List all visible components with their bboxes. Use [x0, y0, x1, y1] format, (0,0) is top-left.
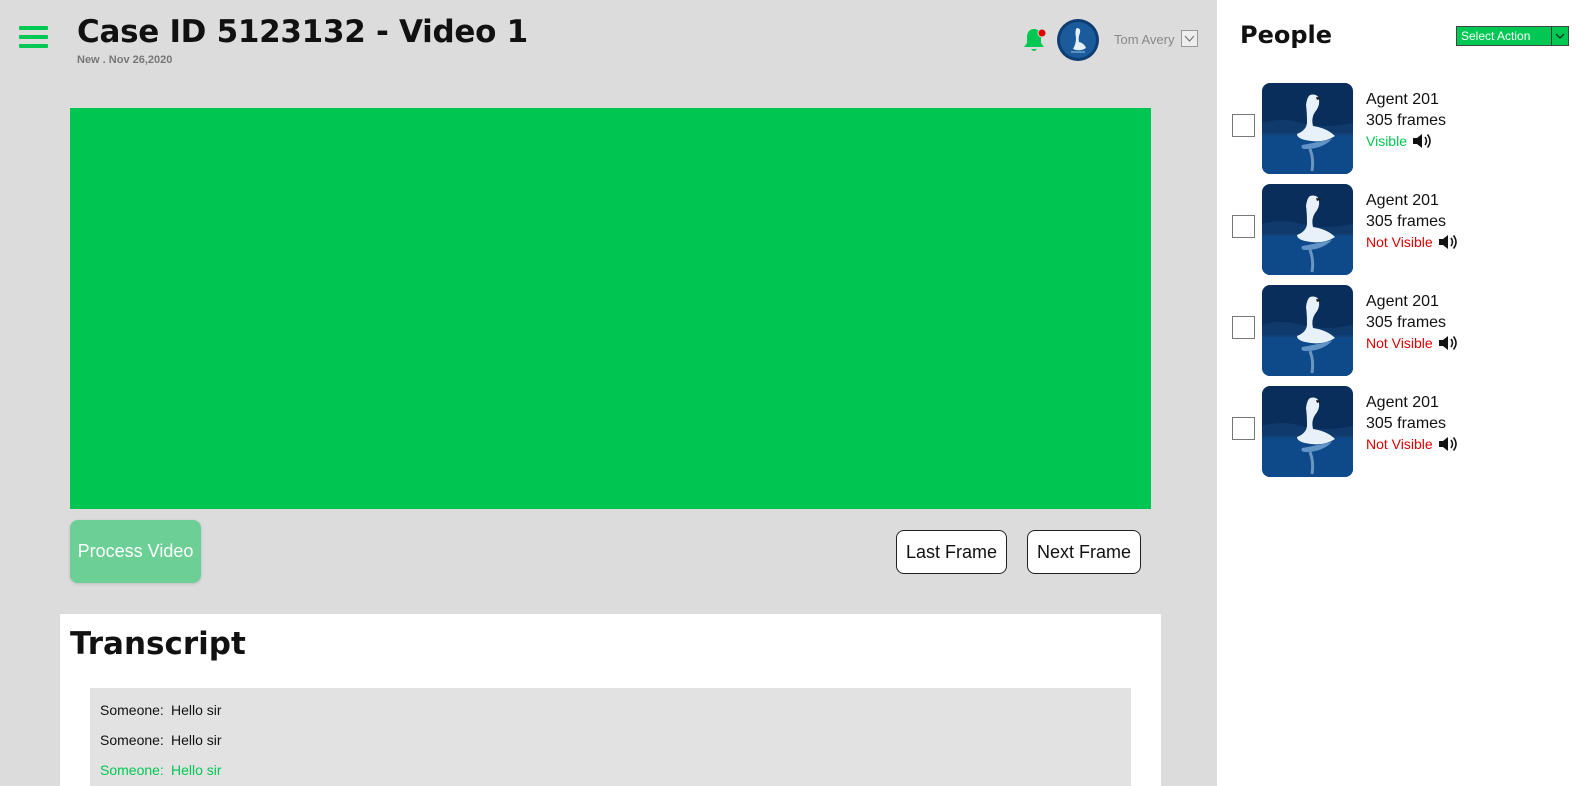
- status-label: Not Visible: [1366, 234, 1433, 250]
- speaker-icon[interactable]: [1438, 234, 1458, 250]
- chevron-down-icon: [1551, 27, 1568, 45]
- person-name: Agent 201: [1366, 394, 1439, 411]
- transcript-text: Hello sir: [171, 762, 222, 778]
- transcript-speaker: Someone:: [100, 702, 164, 718]
- speaker-icon[interactable]: [1438, 335, 1458, 351]
- person-card: Agent 201 305 frames Not Visible: [1232, 285, 1572, 376]
- person-checkbox[interactable]: [1232, 215, 1255, 238]
- swan-thumbnail[interactable]: [1262, 285, 1353, 376]
- next-frame-button[interactable]: Next Frame: [1027, 530, 1141, 574]
- person-card: Agent 201 305 frames Not Visible: [1232, 386, 1572, 477]
- transcript-panel: Transcript Someone: Hello sir Someone: H…: [60, 614, 1161, 786]
- status-label: Not Visible: [1366, 335, 1433, 351]
- transcript-speaker: Someone:: [100, 732, 164, 748]
- person-frames: 305 frames: [1366, 112, 1447, 129]
- person-frames: 305 frames: [1366, 314, 1447, 331]
- chevron-down-icon: [1184, 35, 1195, 42]
- status-label: Not Visible: [1366, 436, 1433, 452]
- page-subtitle: New . Nov 26,2020: [77, 54, 173, 66]
- transcript-text: Hello sir: [171, 702, 222, 718]
- select-action-dropdown[interactable]: Select Action: [1456, 26, 1569, 46]
- person-name: Agent 201: [1366, 293, 1439, 310]
- process-video-button[interactable]: Process Video: [70, 520, 201, 583]
- user-dropdown[interactable]: [1181, 30, 1198, 47]
- swan-thumbnail[interactable]: [1262, 386, 1353, 477]
- person-checkbox[interactable]: [1232, 114, 1255, 137]
- main-panel: Case ID 5123132 - Video 1 New . Nov 26,2…: [0, 0, 1217, 786]
- last-frame-button[interactable]: Last Frame: [896, 530, 1007, 574]
- person-checkbox[interactable]: [1232, 316, 1255, 339]
- bell-icon[interactable]: [1022, 26, 1048, 54]
- person-status: Visible: [1366, 133, 1432, 149]
- transcript-text: Hello sir: [171, 732, 222, 748]
- swan-thumbnail[interactable]: [1262, 83, 1353, 174]
- person-card: Agent 201 305 frames Not Visible: [1232, 184, 1572, 275]
- transcript-line-active[interactable]: Someone: Hello sir: [90, 755, 1131, 785]
- hamburger-menu-icon[interactable]: [19, 26, 48, 50]
- avatar[interactable]: [1057, 19, 1099, 61]
- speaker-icon[interactable]: [1438, 436, 1458, 452]
- swan-thumbnail[interactable]: [1262, 184, 1353, 275]
- transcript-list[interactable]: Someone: Hello sir Someone: Hello sir So…: [90, 688, 1131, 786]
- person-frames: 305 frames: [1366, 213, 1447, 230]
- select-action-label: Select Action: [1461, 29, 1531, 43]
- video-player[interactable]: [70, 108, 1151, 509]
- person-frames: 305 frames: [1366, 415, 1447, 432]
- person-status: Not Visible: [1366, 234, 1458, 250]
- person-name: Agent 201: [1366, 91, 1439, 108]
- person-name: Agent 201: [1366, 192, 1439, 209]
- transcript-title: Transcript: [70, 626, 246, 662]
- transcript-speaker: Someone:: [100, 762, 164, 778]
- person-checkbox[interactable]: [1232, 417, 1255, 440]
- status-label: Visible: [1366, 133, 1407, 149]
- person-status: Not Visible: [1366, 436, 1458, 452]
- people-title: People: [1240, 21, 1333, 49]
- page-title: Case ID 5123132 - Video 1: [77, 14, 528, 50]
- transcript-line[interactable]: Someone: Hello sir: [90, 725, 1131, 755]
- username-label: Tom Avery: [1114, 32, 1175, 47]
- transcript-line[interactable]: Someone: Hello sir: [90, 695, 1131, 725]
- person-card: Agent 201 305 frames Visible: [1232, 83, 1572, 174]
- speaker-icon[interactable]: [1412, 133, 1432, 149]
- person-status: Not Visible: [1366, 335, 1458, 351]
